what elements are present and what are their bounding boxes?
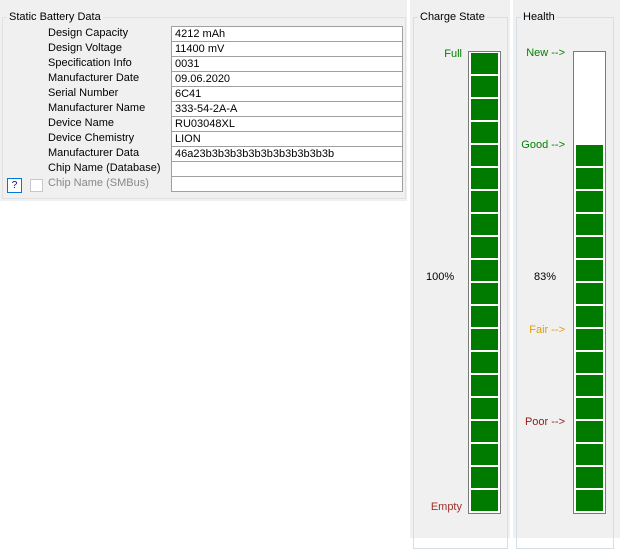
help-button[interactable]: ?: [7, 178, 22, 193]
level-segment: [471, 444, 498, 465]
level-segment: [471, 260, 498, 281]
battery-row: Manufacturer Date 09.06.2020: [8, 71, 403, 87]
level-segment: [471, 306, 498, 327]
level-segment: [576, 306, 603, 327]
battery-row: Manufacturer Data 46a23b3b3b3b3b3b3b3b3b3…: [8, 146, 403, 162]
level-segment: [471, 145, 498, 166]
battery-row-value: RU03048XL: [171, 116, 403, 132]
battery-row-value: 0031: [171, 56, 403, 72]
level-segment: [576, 490, 603, 511]
battery-row-value: LION: [171, 131, 403, 147]
level-segment: [576, 329, 603, 350]
battery-row-label: Device Chemistry: [48, 132, 135, 144]
level-segment: [471, 352, 498, 373]
charge-state-title: Charge State: [418, 11, 487, 24]
health-marker-label: Good -->: [521, 139, 565, 151]
battery-row-label: Specification Info: [48, 57, 132, 69]
battery-row-value: [171, 161, 403, 177]
battery-row: Serial Number 6C41: [8, 86, 403, 102]
charge-full-label: Full: [444, 48, 462, 60]
battery-row-label: Chip Name (Database): [48, 162, 161, 174]
health-percent: 83%: [534, 271, 557, 283]
health-level-bar: [573, 51, 606, 514]
battery-row-value: [171, 176, 403, 192]
battery-row-label: Manufacturer Name: [48, 102, 146, 114]
smbus-checkbox[interactable]: [30, 179, 43, 192]
level-segment: [576, 260, 603, 281]
health-marker-label: Fair -->: [529, 324, 565, 336]
level-segment: [576, 444, 603, 465]
level-segment: [471, 237, 498, 258]
battery-row-label: Manufacturer Data: [48, 147, 140, 159]
battery-row-value: 11400 mV: [171, 41, 403, 57]
health-panel: Health New --> Good --> Fair --> Poor --> 8…: [513, 0, 620, 549]
battery-row-label: Design Voltage: [48, 42, 122, 54]
level-segment: [471, 283, 498, 304]
level-segment: [576, 145, 603, 166]
level-segment: [471, 168, 498, 189]
charge-state-panel: Charge State Full Empty 100%: [410, 0, 510, 549]
charge-level-bar: [468, 51, 501, 514]
level-segment: [576, 467, 603, 488]
level-segment: [471, 490, 498, 511]
level-segment: [471, 53, 498, 74]
battery-row-label: Manufacturer Date: [48, 72, 140, 84]
health-marker-label: New -->: [526, 47, 565, 59]
health-marker-label: Poor -->: [524, 416, 565, 428]
level-segment: [471, 375, 498, 396]
charge-empty-label: Empty: [430, 501, 462, 513]
battery-row-value: 333-54-2A-A: [171, 101, 403, 117]
battery-row: Device Chemistry LION: [8, 131, 403, 147]
level-segment: [471, 398, 498, 419]
battery-row-value: 6C41: [171, 86, 403, 102]
static-battery-panel: Static Battery Data Design Capacity 4212 …: [0, 0, 407, 201]
battery-row-value: 46a23b3b3b3b3b3b3b3b3b3b3b: [171, 146, 403, 162]
battery-row: Manufacturer Name 333-54-2A-A: [8, 101, 403, 117]
charge-percent: 100%: [426, 271, 455, 283]
level-segment: [576, 168, 603, 189]
battery-row: Chip Name (Database): [8, 161, 403, 177]
level-segment: [576, 421, 603, 442]
level-segment: [576, 398, 603, 419]
level-segment: [576, 375, 603, 396]
level-segment: [471, 214, 498, 235]
battery-row: Design Capacity 4212 mAh: [8, 26, 403, 42]
battery-row: Design Voltage 11400 mV: [8, 41, 403, 57]
health-title: Health: [521, 11, 557, 24]
battery-row-label: Design Capacity: [48, 27, 129, 39]
battery-row-value: 4212 mAh: [171, 26, 403, 42]
battery-row-label: Serial Number: [48, 87, 119, 99]
level-segment: [471, 99, 498, 120]
level-segment: [576, 214, 603, 235]
level-segment: [576, 283, 603, 304]
battery-row: Chip Name (SMBus): [8, 176, 403, 192]
static-battery-title: Static Battery Data: [7, 11, 103, 24]
battery-row-value: 09.06.2020: [171, 71, 403, 87]
level-segment: [471, 122, 498, 143]
battery-row-label: Device Name: [48, 117, 115, 129]
level-segment: [471, 467, 498, 488]
level-segment: [471, 421, 498, 442]
battery-row-label: Chip Name (SMBus): [48, 177, 149, 189]
level-segment: [471, 76, 498, 97]
level-segment: [576, 191, 603, 212]
level-segment: [471, 329, 498, 350]
battery-row: Specification Info 0031: [8, 56, 403, 72]
level-segment: [471, 191, 498, 212]
battery-row: Device Name RU03048XL: [8, 116, 403, 132]
level-segment: [576, 352, 603, 373]
level-segment: [576, 237, 603, 258]
